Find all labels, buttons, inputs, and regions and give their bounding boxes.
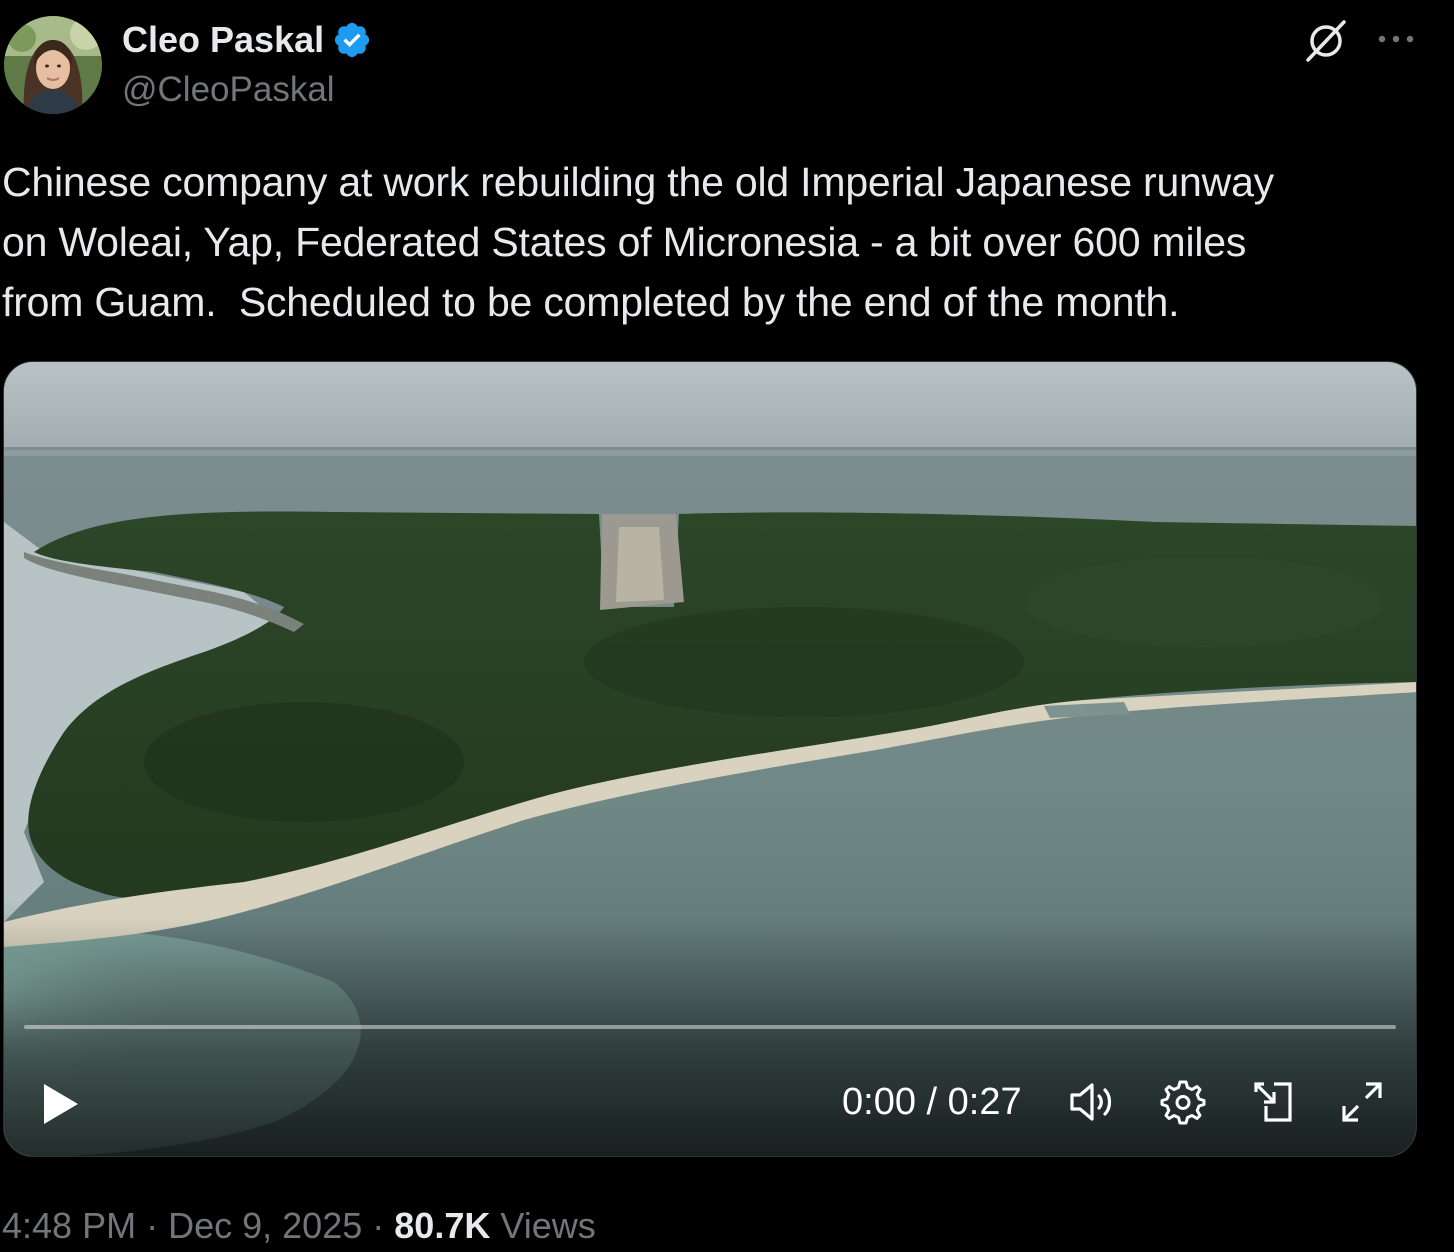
fullscreen-expand-icon[interactable] xyxy=(1336,1076,1388,1128)
video-progress-bar[interactable] xyxy=(24,1025,1396,1029)
verified-badge-icon[interactable] xyxy=(332,20,372,60)
video-player[interactable]: 0:00 / 0:27 xyxy=(3,361,1417,1157)
tweet-meta: 4:48 PM · Dec 9, 2025 · 80.7K Views xyxy=(2,1200,596,1252)
post-time[interactable]: 4:48 PM xyxy=(2,1205,136,1246)
tweet-text: Chinese company at work rebuilding the o… xyxy=(2,159,1274,325)
views-label: Views xyxy=(500,1205,596,1246)
settings-gear-icon[interactable] xyxy=(1156,1076,1208,1128)
author-handle[interactable]: @CleoPaskal xyxy=(122,68,335,112)
meta-separator: · xyxy=(372,1205,385,1246)
post-date[interactable]: Dec 9, 2025 xyxy=(168,1205,362,1246)
grok-slash-circle-icon[interactable] xyxy=(1300,16,1352,64)
author-avatar[interactable] xyxy=(4,16,102,114)
author-name-label[interactable]: Cleo Paskal xyxy=(122,18,324,62)
more-horizontal-icon[interactable] xyxy=(1374,24,1418,54)
play-icon[interactable] xyxy=(36,1080,84,1128)
picture-in-picture-icon[interactable] xyxy=(1248,1076,1300,1128)
meta-separator: · xyxy=(146,1205,159,1246)
author-name[interactable]: Cleo Paskal xyxy=(122,18,372,62)
views-count: 80.7K xyxy=(394,1205,491,1246)
video-time: 0:00 / 0:27 xyxy=(842,1081,1022,1123)
volume-icon[interactable] xyxy=(1066,1076,1118,1128)
